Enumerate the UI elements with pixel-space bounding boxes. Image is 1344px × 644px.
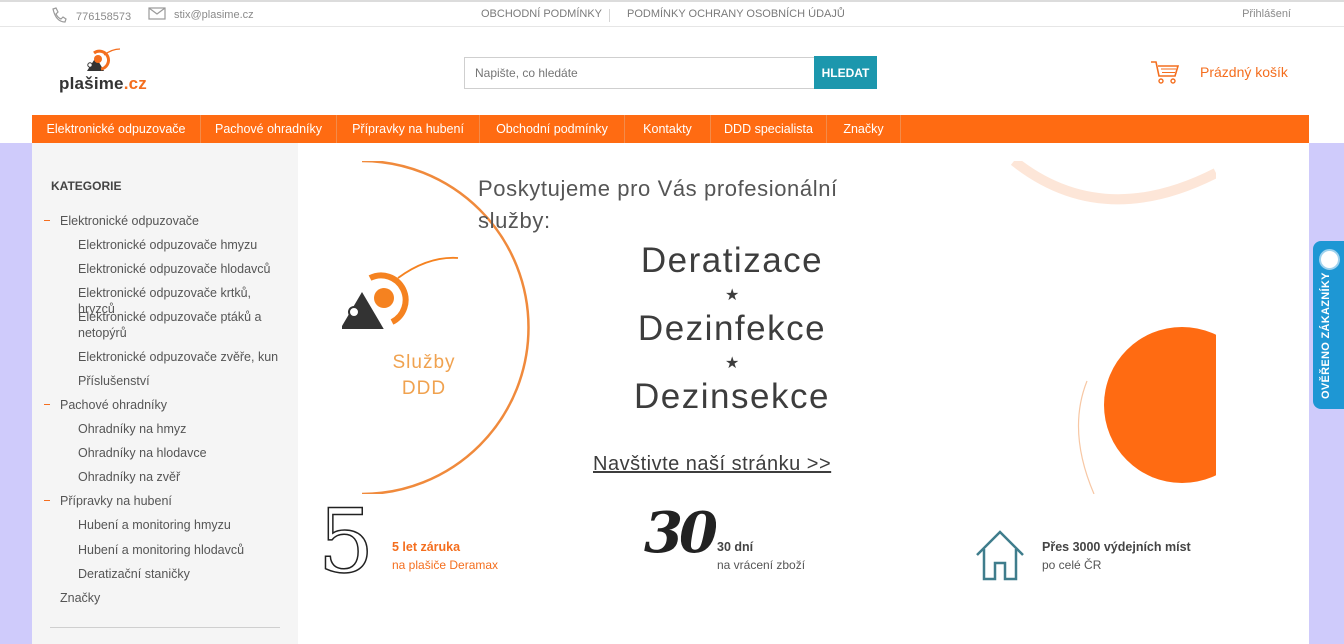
site-header: plašime.cz HLEDAT Prázdný košík [0, 27, 1344, 115]
sidebar-item-game-fences[interactable]: Ohradníky na zvěř [78, 469, 288, 485]
banner-intro: Poskytujeme pro Vás profesionální služby… [478, 173, 838, 237]
sidebar-item-pest-control[interactable]: Přípravky na hubení [60, 493, 172, 509]
nav-item-ddd-specialist[interactable]: DDD specialista [711, 115, 827, 143]
mail-icon [148, 7, 166, 23]
returns-number-icon: 30 [644, 500, 718, 566]
banner-intro-line1: Poskytujeme pro Vás profesionální [478, 176, 838, 201]
logo-mark-icon [87, 48, 121, 71]
returns-title: 30 dní [717, 540, 754, 554]
verified-label: OVĚŘENO ZÁKAZNÍKY [1320, 272, 1332, 399]
sidebar-item-electronic-repellers[interactable]: Elektronické odpuzovače [60, 213, 199, 229]
banner-intro-line2: služby: [478, 208, 551, 233]
sidebar-item-scent-fences[interactable]: Pachové ohradníky [60, 397, 167, 413]
phone-contact[interactable]: 776158573 [50, 7, 131, 26]
search-button[interactable]: HLEDAT [814, 56, 877, 89]
email-address[interactable]: stix@plasime.cz [174, 9, 254, 21]
service-disinsection: Dezinsekce [634, 377, 830, 416]
visit-site-link[interactable]: Navštivte naší stránku >> [593, 453, 831, 476]
sidebar-title: KATEGORIE [51, 179, 122, 193]
sidebar-item-rodent-repellers[interactable]: Elektronické odpuzovače hlodavců [78, 261, 288, 277]
sidebar-item-accessories[interactable]: Příslušenství [78, 373, 288, 389]
service-disinfection: Dezinfekce [637, 309, 827, 348]
warranty-title: 5 let záruka [392, 540, 461, 554]
nav-item-brands[interactable]: Značky [827, 115, 901, 143]
expanded-marker [44, 220, 50, 221]
ddd-logo-line2: DDD [401, 378, 447, 399]
returns-subtitle: na vrácení zboží [717, 558, 806, 572]
nav-item-pest-control[interactable]: Přípravky na hubení [337, 115, 480, 143]
nav-item-contacts[interactable]: Kontakty [625, 115, 711, 143]
pickup-subtitle: po celé ČR [1042, 558, 1102, 572]
feature-pickup-points: Přes 3000 výdejních míst po celé ČR [974, 513, 1254, 603]
sidebar-item-insect-fences[interactable]: Ohradníky na hmyz [78, 421, 288, 437]
main-content: Služby DDD Poskytujeme pro Vás profesion… [298, 143, 1309, 644]
warranty-number-icon: 5 [317, 490, 375, 593]
sidebar-item-insect-monitoring[interactable]: Hubení a monitoring hmyzu [78, 517, 288, 533]
sidebar-item-bait-stations[interactable]: Deratizační staničky [78, 566, 288, 582]
verified-badge-icon [1319, 249, 1340, 270]
pickup-title: Přes 3000 výdejních míst [1042, 540, 1191, 554]
nav-item-terms[interactable]: Obchodní podmínky [480, 115, 625, 143]
service-deratization: Deratizace [640, 241, 824, 280]
topbar-divider [609, 9, 610, 22]
house-icon [974, 529, 1026, 588]
star-icon: ★ [725, 287, 740, 304]
sidebar-item-rodent-monitoring[interactable]: Hubení a monitoring hlodavců [78, 542, 288, 558]
verified-customers-tab[interactable]: OVĚŘENO ZÁKAZNÍKY [1313, 241, 1344, 409]
feature-warranty: 5 5 let záruka na plašiče Deramax [317, 497, 558, 603]
sidebar-item-brands[interactable]: Značky [60, 590, 100, 606]
phone-icon [50, 7, 68, 26]
logo-text: plašime.cz [59, 74, 147, 94]
sidebar-divider [50, 627, 280, 628]
sidebar-item-insect-repellers[interactable]: Elektronické odpuzovače hmyzu [78, 237, 288, 253]
page-side-strip-left [0, 143, 32, 644]
email-contact[interactable]: stix@plasime.cz [148, 7, 254, 23]
ddd-logo-line1: Služby [392, 352, 456, 373]
phone-number[interactable]: 776158573 [76, 11, 131, 23]
ddd-logo-text: Služby DDD [379, 350, 469, 402]
cart-button[interactable] [1150, 59, 1180, 90]
site-logo[interactable]: plašime.cz [58, 47, 158, 97]
login-link[interactable]: Přihlášení [1242, 8, 1291, 20]
search-input[interactable] [464, 57, 815, 89]
feature-returns: 30 30 dní na vrácení zboží [644, 505, 884, 603]
sidebar-item-rodent-fences[interactable]: Ohradníky na hlodavce [78, 445, 288, 461]
warranty-subtitle: na plašiče Deramax [392, 558, 499, 572]
nav-item-scent-fences[interactable]: Pachové ohradníky [201, 115, 337, 143]
ddd-services-banner[interactable]: Služby DDD Poskytujeme pro Vás profesion… [342, 161, 1216, 494]
sidebar-item-bird-bat-repellers[interactable]: Elektronické odpuzovače ptáků a netopýrů [78, 309, 288, 341]
logo-name: plašime [59, 74, 124, 93]
sidebar-item-game-marten-repellers[interactable]: Elektronické odpuzovače zvěře, kun [78, 349, 288, 365]
star-icon: ★ [725, 355, 740, 372]
privacy-link[interactable]: PODMÍNKY OCHRANY OSOBNÍCH ÚDAJŮ [627, 8, 845, 20]
main-navigation: Elektronické odpuzovače Pachové ohradník… [32, 115, 1309, 143]
nav-item-electronic-repellers[interactable]: Elektronické odpuzovače [32, 115, 201, 143]
top-info-bar: 776158573 stix@plasime.cz OBCHODNÍ PODMÍ… [0, 0, 1344, 27]
cart-icon [1150, 59, 1180, 90]
category-sidebar: KATEGORIE Elektronické odpuzovače Elektr… [32, 143, 298, 644]
expanded-marker [44, 500, 50, 501]
ddd-logo-icon [342, 256, 459, 329]
cart-label[interactable]: Prázdný košík [1200, 64, 1288, 80]
terms-link[interactable]: OBCHODNÍ PODMÍNKY [481, 8, 602, 20]
expanded-marker [44, 404, 50, 405]
logo-tld: .cz [123, 74, 147, 93]
